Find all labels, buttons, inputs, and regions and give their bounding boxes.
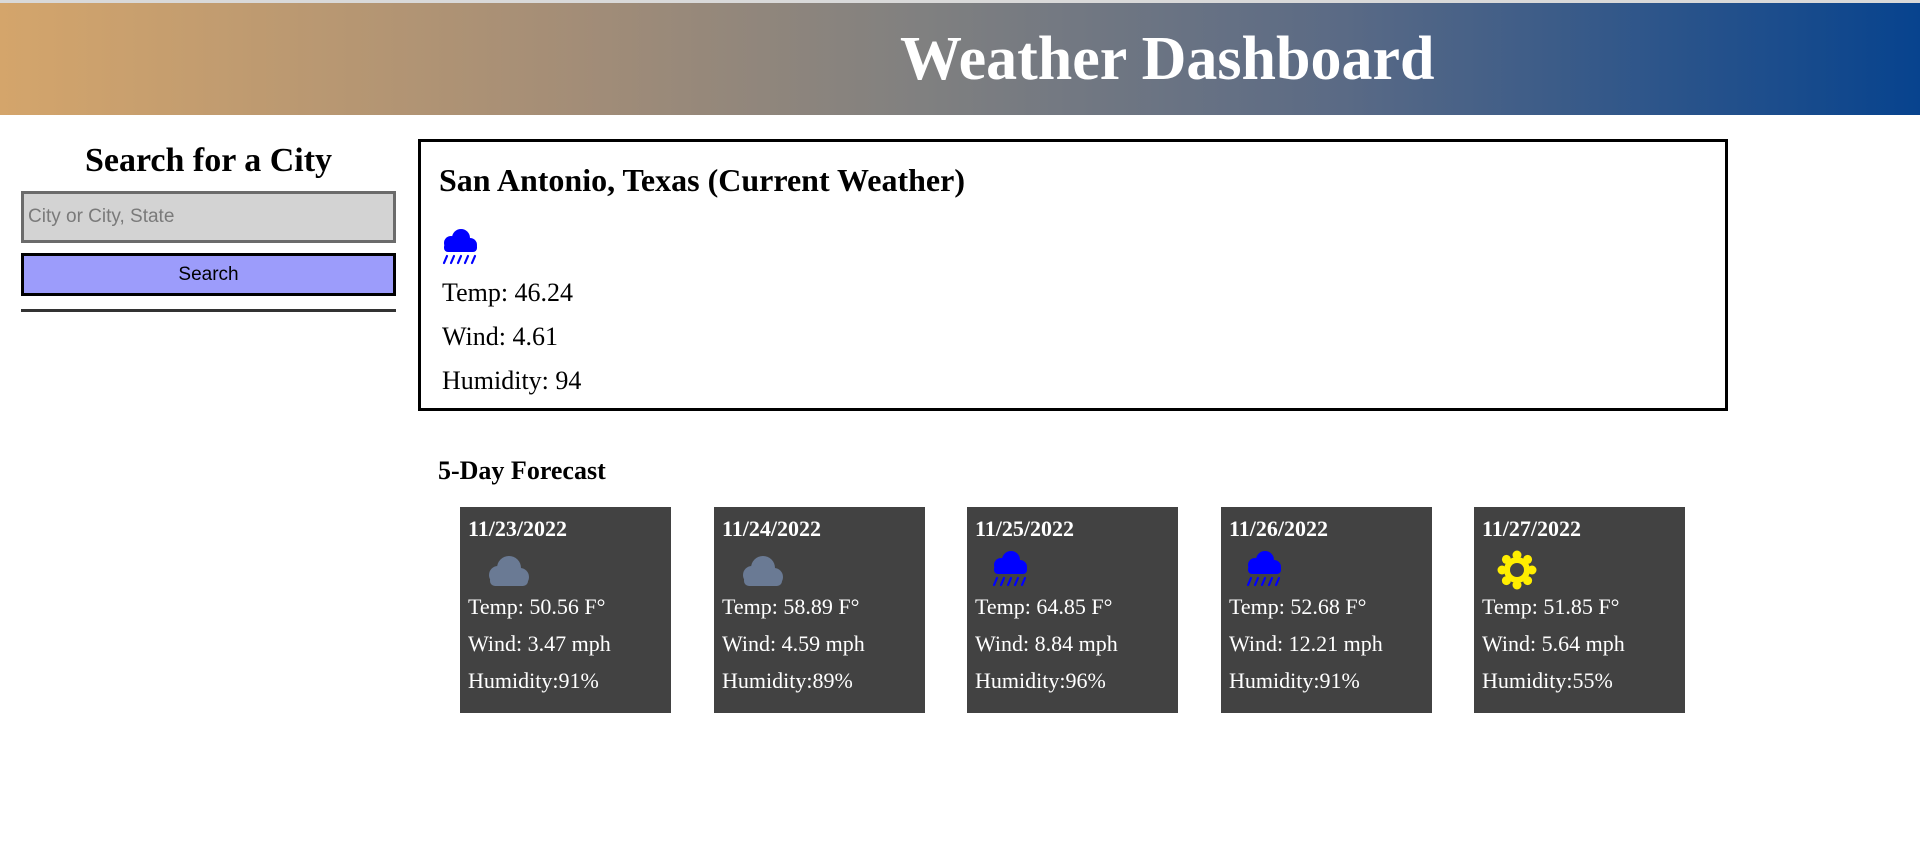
forecast-date: 11/25/2022 [975, 516, 1075, 541]
forecast-card: 11/25/2022 Temp: 64.85 F° Wind: 8.84 mph… [967, 507, 1178, 713]
forecast-card: 11/23/2022 Temp: 50.56 F° Wind: 3.47 mph… [460, 507, 671, 713]
search-button[interactable]: Search [21, 253, 396, 296]
forecast-temp: Temp: 50.56 F° [468, 594, 606, 619]
forecast-temp: Temp: 51.85 F° [1482, 594, 1620, 619]
search-title: Search for a City [84, 142, 333, 179]
forecast-date: 11/27/2022 [1482, 516, 1582, 541]
current-wind: Wind: 4.61 [442, 322, 558, 351]
forecast-wind: Wind: 4.59 mph [722, 631, 865, 656]
city-search-input[interactable] [21, 191, 396, 243]
sun-icon [1497, 550, 1537, 590]
rain-icon [442, 229, 477, 265]
forecast-card: 11/24/2022 Temp: 58.89 F° Wind: 4.59 mph… [714, 507, 925, 713]
cloud-icon [743, 556, 783, 586]
page-header: Weather Dashboard [0, 3, 1920, 115]
forecast-humidity: Humidity:89% [722, 668, 853, 693]
forecast-temp: Temp: 52.68 F° [1229, 594, 1367, 619]
forecast-humidity: Humidity:91% [1229, 668, 1360, 693]
forecast-humidity: Humidity:96% [975, 668, 1106, 693]
forecast-date: 11/24/2022 [722, 516, 822, 541]
forecast-humidity: Humidity:91% [468, 668, 599, 693]
current-weather-panel: San Antonio, Texas (Current Weather) Tem… [418, 139, 1728, 411]
rain-icon [1246, 551, 1281, 587]
current-humidity: Humidity: 94 [442, 366, 582, 395]
search-history-divider [21, 309, 396, 312]
forecast-temp: Temp: 58.89 F° [722, 594, 860, 619]
forecast-humidity: Humidity:55% [1482, 668, 1613, 693]
forecast-temp: Temp: 64.85 F° [975, 594, 1113, 619]
page-title: Weather Dashboard [900, 25, 1435, 93]
forecast-date: 11/26/2022 [1229, 516, 1329, 541]
rain-icon [992, 551, 1027, 587]
forecast-card: 11/27/2022 Temp: 51.85 F° Wind: 5.64 mph… [1474, 507, 1685, 713]
forecast-date: 11/23/2022 [468, 516, 568, 541]
cloud-icon [489, 556, 529, 586]
forecast-title: 5-Day Forecast [438, 456, 606, 485]
search-sidebar: Search for a City Search [21, 139, 396, 312]
forecast-wind: Wind: 3.47 mph [468, 631, 611, 656]
forecast-wind: Wind: 8.84 mph [975, 631, 1118, 656]
forecast-wind: Wind: 5.64 mph [1482, 631, 1625, 656]
current-city-heading: San Antonio, Texas (Current Weather) [439, 162, 965, 198]
current-temp: Temp: 46.24 [442, 278, 574, 307]
forecast-wind: Wind: 12.21 mph [1229, 631, 1383, 656]
forecast-card: 11/26/2022 Temp: 52.68 F° Wind: 12.21 mp… [1221, 507, 1432, 713]
